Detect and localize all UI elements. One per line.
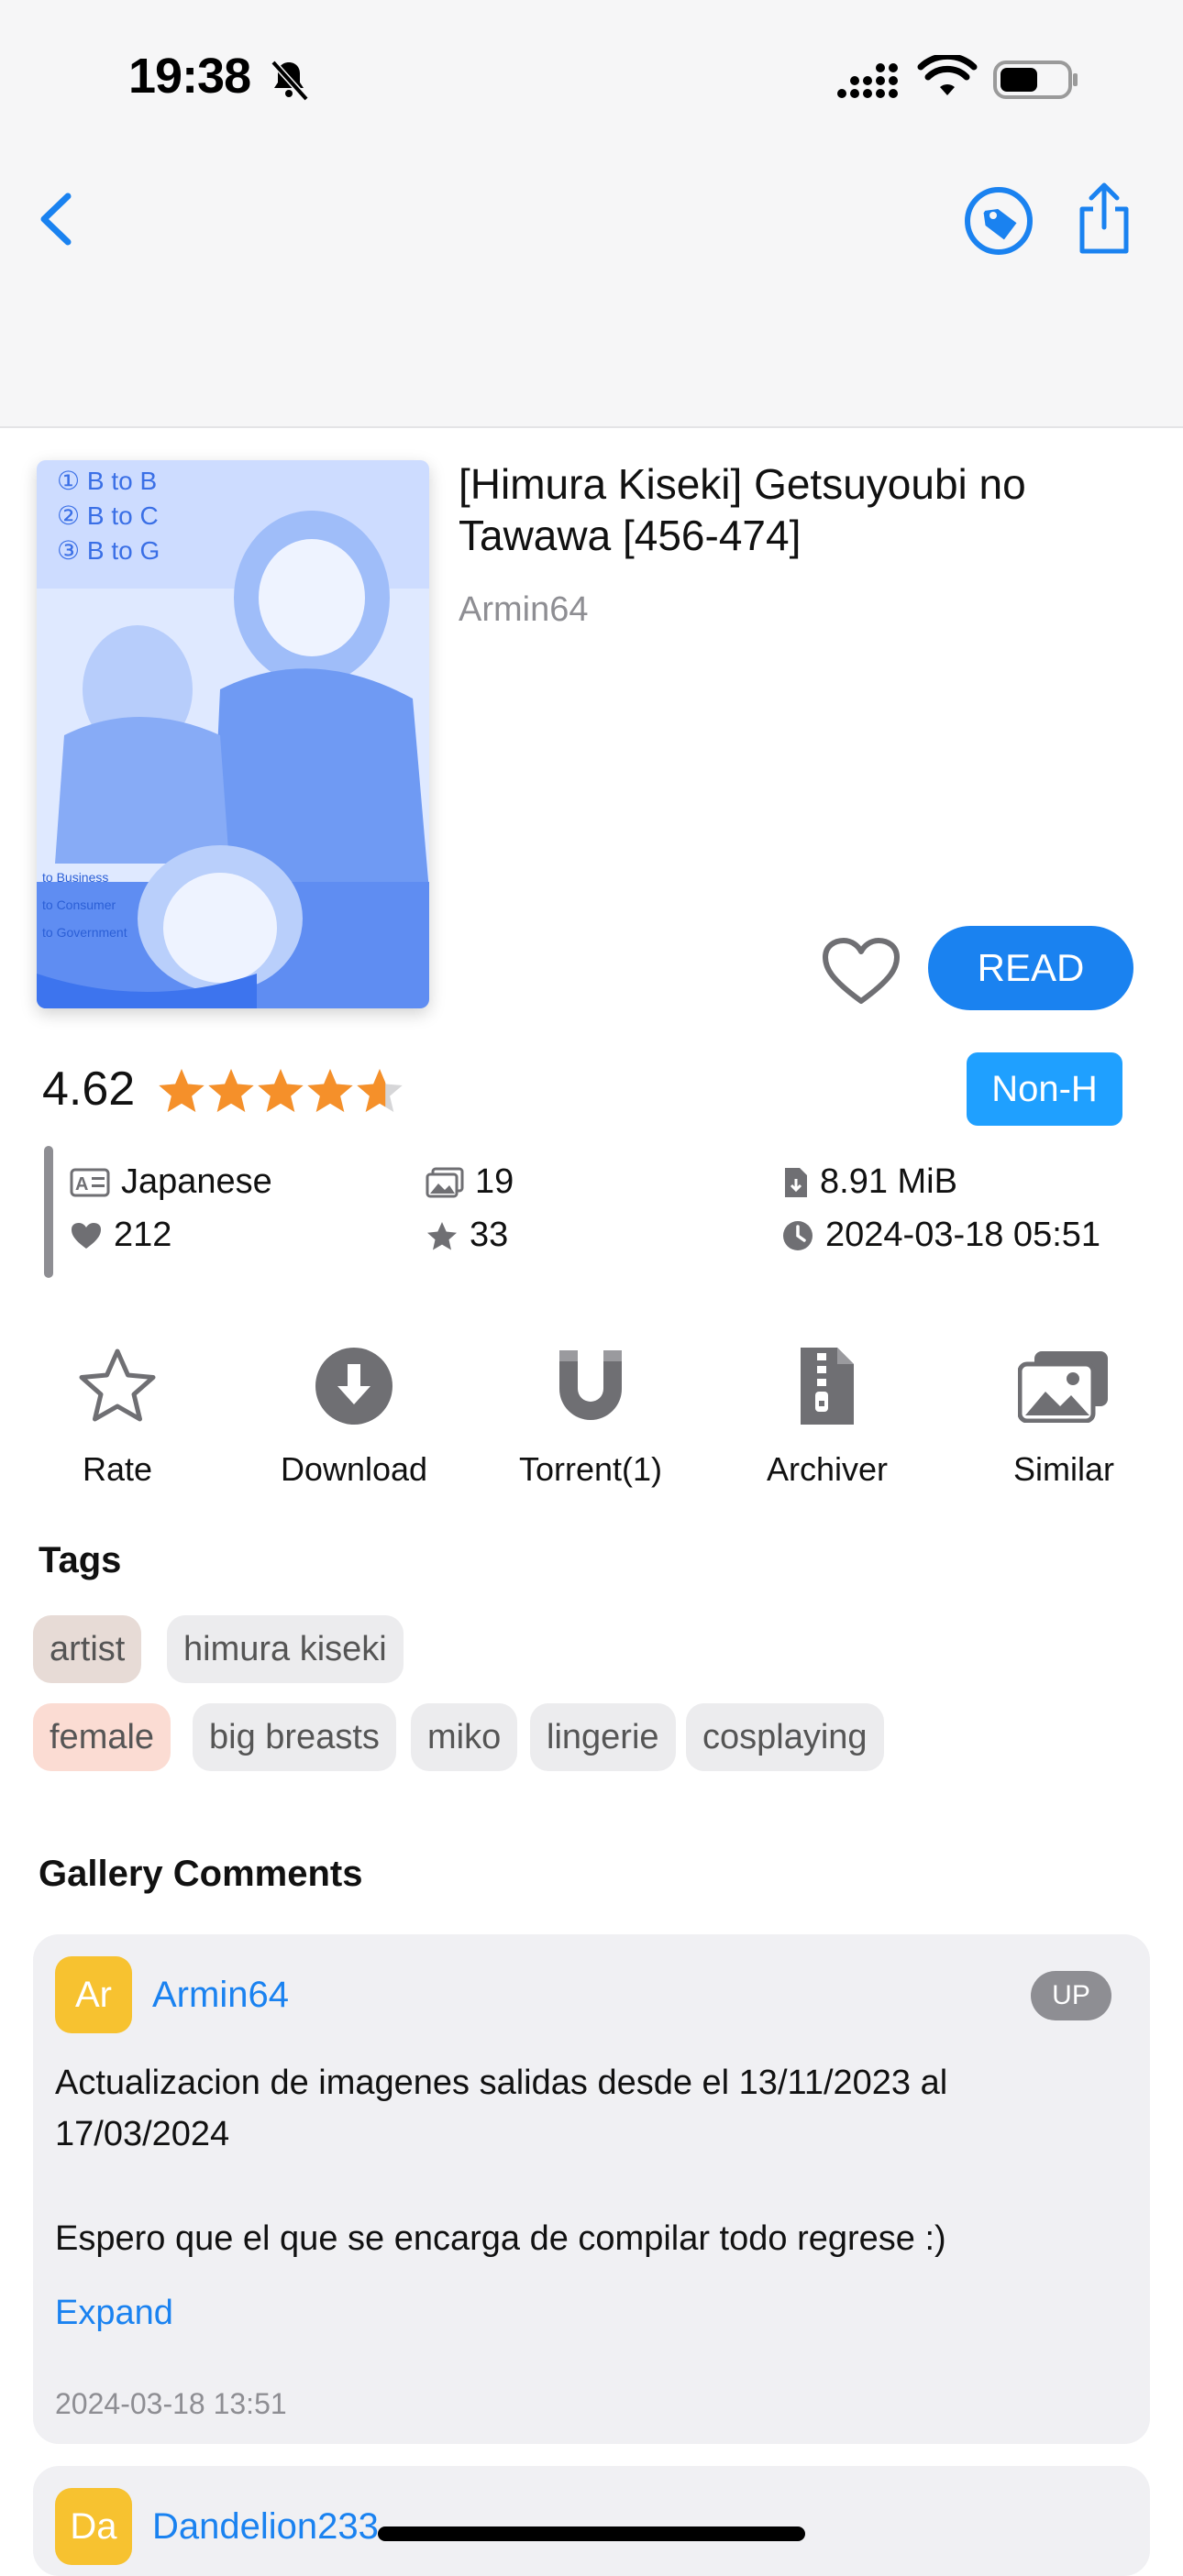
photo-stack-icon xyxy=(1018,1351,1108,1423)
back-chevron-icon[interactable] xyxy=(33,191,79,248)
file-download-icon xyxy=(785,1167,807,1197)
archiver-label: Archiver xyxy=(766,1450,889,1488)
comment-text-line: Actualizacion de imagenes salidas desde … xyxy=(55,2064,948,2102)
tag-lingerie[interactable]: lingerie xyxy=(530,1703,676,1771)
tag-circle-icon[interactable] xyxy=(963,185,1034,257)
rate-label: Rate xyxy=(82,1450,153,1488)
rate-action[interactable]: Rate xyxy=(7,1340,227,1489)
heart-icon xyxy=(72,1222,101,1249)
tag-namespace-artist[interactable]: artist xyxy=(33,1615,142,1683)
archiver-action[interactable]: Archiver xyxy=(717,1340,937,1489)
file-size: 8.91 MiB xyxy=(820,1162,957,1201)
comment-date: 2024-03-18 13:51 xyxy=(55,2387,287,2420)
favorite-heart-icon[interactable] xyxy=(822,937,901,1007)
posted-date: 2024-03-18 05:51 xyxy=(825,1216,1101,1254)
download-label: Download xyxy=(280,1450,428,1488)
battery-icon xyxy=(993,61,1078,99)
tag-namespace-female[interactable]: female xyxy=(33,1703,171,1771)
category-badge: Non-H xyxy=(967,1052,1122,1126)
svg-text:to Government: to Government xyxy=(42,925,127,940)
download-action[interactable]: Download xyxy=(244,1340,464,1489)
comment-author[interactable]: Armin64 xyxy=(152,1975,289,2016)
rating-star-filled xyxy=(159,1069,205,1112)
meta-divider xyxy=(44,1146,53,1278)
pages-count: 19 xyxy=(475,1162,514,1201)
pages-item: 19 xyxy=(426,1162,514,1202)
cover-image: ① B to B ② B to C ③ B to G to Business t… xyxy=(37,460,429,1008)
share-icon[interactable] xyxy=(1071,180,1137,257)
home-indicator[interactable] xyxy=(378,2526,805,2541)
clock-icon xyxy=(783,1220,813,1250)
language-item: A Japanese xyxy=(70,1162,272,1202)
comments-heading: Gallery Comments xyxy=(39,1854,363,1894)
download-circle-icon xyxy=(315,1348,392,1425)
read-button[interactable]: READ xyxy=(928,926,1133,1010)
gallery-title: [Himura Kiseki] Getsuyoubi no Tawawa [45… xyxy=(459,460,1026,559)
favorites-item: 212 xyxy=(70,1216,171,1255)
similar-label: Similar xyxy=(1012,1450,1114,1488)
posted-item: 2024-03-18 05:51 xyxy=(781,1216,1100,1255)
status-time: 19:38 xyxy=(128,49,251,104)
tags-heading: Tags xyxy=(39,1540,122,1580)
comment-text-line: 17/03/2024 xyxy=(55,2115,230,2153)
gallery-cover[interactable]: ① B to B ② B to C ③ B to G to Business t… xyxy=(37,460,429,1008)
rating-star-filled xyxy=(258,1069,304,1112)
star-icon xyxy=(427,1221,457,1249)
avatar[interactable]: Ar xyxy=(55,1956,132,2033)
wifi-icon xyxy=(917,55,978,95)
expand-link[interactable]: Expand xyxy=(55,2294,173,2333)
comment-author[interactable]: Dandelion233 xyxy=(152,2506,379,2548)
svg-text:③ B to G: ③ B to G xyxy=(57,536,160,565)
svg-text:① B to B: ① B to B xyxy=(57,467,157,495)
star-outline-icon xyxy=(79,1349,156,1422)
rating-star-filled xyxy=(307,1069,353,1112)
rating-value: 4.62 xyxy=(42,1062,136,1116)
rating-count-item: 33 xyxy=(426,1216,508,1255)
language-value: Japanese xyxy=(121,1162,272,1201)
language-icon: A xyxy=(70,1168,110,1196)
rating-stars xyxy=(159,1069,403,1112)
favorites-count: 212 xyxy=(114,1216,172,1254)
svg-text:to Business: to Business xyxy=(42,870,108,885)
bell-slash-icon xyxy=(271,60,309,102)
rating-star-filled xyxy=(208,1069,254,1112)
torrent-action[interactable]: Torrent(1) xyxy=(481,1340,701,1489)
tag-cosplaying[interactable]: cosplaying xyxy=(686,1703,884,1771)
magnet-icon xyxy=(559,1350,622,1420)
size-item: 8.91 MiB xyxy=(783,1162,957,1202)
rating-count: 33 xyxy=(470,1216,509,1254)
svg-text:② B to C: ② B to C xyxy=(57,501,159,530)
tag-big-breasts[interactable]: big breasts xyxy=(193,1703,396,1771)
cellular-signal-icon xyxy=(837,63,898,98)
avatar[interactable]: Da xyxy=(55,2488,132,2565)
tag-miko[interactable]: miko xyxy=(411,1703,518,1771)
svg-text:to Consumer: to Consumer xyxy=(42,897,116,912)
comment-text-line: Espero que el que se encarga de compilar… xyxy=(55,2219,946,2258)
uploader-badge: UP xyxy=(1031,1971,1111,2020)
similar-action[interactable]: Similar xyxy=(954,1340,1174,1489)
photos-icon xyxy=(426,1167,464,1197)
tag-himura-kiseki[interactable]: himura kiseki xyxy=(167,1615,404,1683)
torrent-label: Torrent(1) xyxy=(518,1450,663,1488)
svg-text:A: A xyxy=(75,1174,88,1194)
archive-file-icon xyxy=(801,1348,854,1425)
uploader-name[interactable]: Armin64 xyxy=(459,590,589,630)
